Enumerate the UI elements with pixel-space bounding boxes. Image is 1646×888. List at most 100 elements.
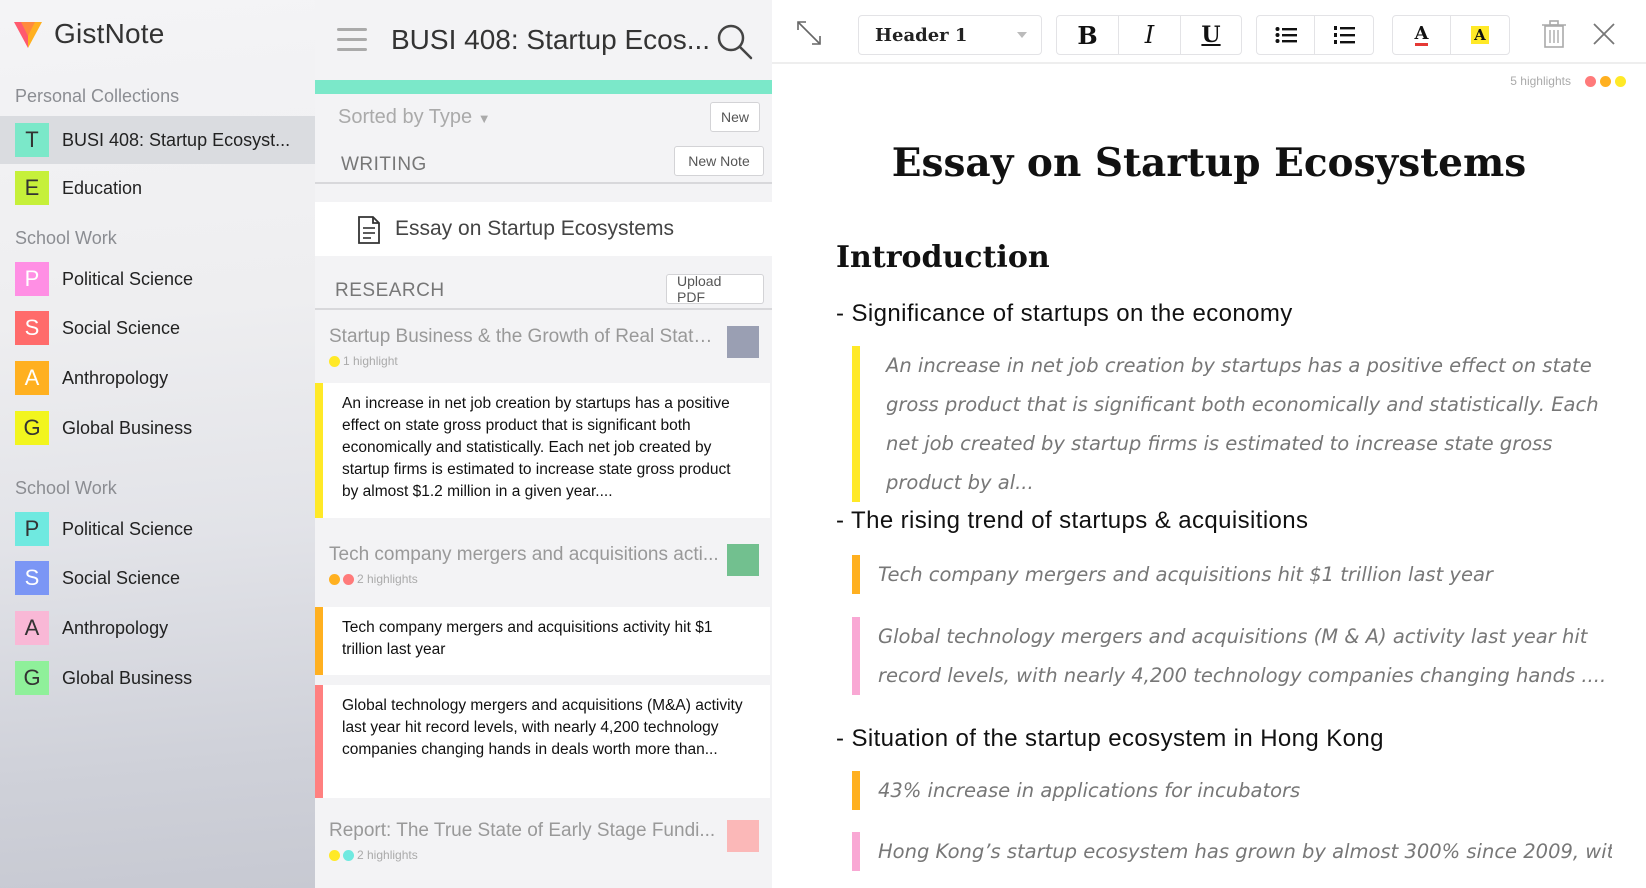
source-title: Report: The True State of Early Stage Fu… (329, 820, 716, 841)
highlight-count: 2 highlights (329, 572, 418, 586)
sidebar-item-global-business[interactable]: G Global Business (0, 404, 315, 452)
sidebar-item-label: Social Science (62, 317, 181, 338)
new-button[interactable]: New (710, 102, 760, 132)
close-icon[interactable] (1592, 22, 1616, 46)
new-note-button[interactable]: New Note (674, 146, 764, 176)
sidebar-item-education[interactable]: E Education (0, 164, 315, 212)
quoted-highlight[interactable]: Hong Kong’s startup ecosystem has grown … (852, 832, 1612, 871)
app-name: GistNote (54, 18, 165, 49)
source-item[interactable]: Startup Business & the Growth of Real St… (315, 326, 772, 368)
quoted-highlight[interactable]: Tech company mergers and acquisitions hi… (852, 555, 1612, 594)
highlight-count: 2 highlights (329, 848, 418, 862)
highlight-dot (1600, 75, 1611, 87)
bold-button[interactable]: B (1057, 16, 1119, 54)
outline-bullet[interactable]: - Situation of the startup ecosystem in … (836, 725, 1384, 753)
trash-icon[interactable] (1542, 20, 1566, 48)
collection-tile: S (15, 311, 49, 345)
notes-list-panel: BUSI 408: Startup Ecos... Sorted by Type… (315, 0, 772, 888)
collection-accent-bar (315, 80, 772, 94)
collection-tile: S (15, 561, 49, 595)
sidebar-item-social-science-2[interactable]: S Social Science (0, 554, 315, 602)
quoted-highlight[interactable]: An increase in net job creation by start… (852, 346, 1612, 502)
highlight-summary: 5 highlights (1510, 74, 1626, 88)
gistnote-logo-icon (14, 22, 42, 48)
section-title-school-work: School Work (15, 228, 117, 248)
brand[interactable]: GistNote (12, 18, 165, 50)
highlight-dot (1585, 75, 1596, 87)
numbered-list-button[interactable] (1315, 16, 1373, 54)
sidebar-item-label: Political Science (62, 518, 194, 539)
sidebar-item-political-science[interactable]: P Political Science (0, 255, 315, 303)
sidebar-item-label: Global Business (62, 417, 193, 438)
upload-pdf-button[interactable]: Upload PDF (666, 273, 764, 305)
bulleted-list-icon (1275, 27, 1297, 43)
highlight-card[interactable]: An increase in net job creation by start… (315, 383, 770, 518)
sidebar-item-anthropology-2[interactable]: A Anthropology (0, 604, 315, 652)
collection-tile: G (15, 661, 49, 695)
source-color-swatch (727, 326, 759, 358)
color-group: A A (1392, 15, 1510, 55)
highlight-count-label: 2 highlights (357, 848, 418, 862)
collection-tile: T (15, 123, 49, 157)
highlight-card[interactable]: Global technology mergers and acquisitio… (315, 685, 770, 798)
document-icon (358, 216, 380, 244)
highlight-color-button[interactable]: A (1451, 16, 1509, 54)
sidebar: GistNote Personal Collections T BUSI 408… (0, 0, 315, 888)
quoted-highlight[interactable]: Global technology mergers and acquisitio… (852, 617, 1612, 695)
section-title-school-work-2: School Work (15, 478, 117, 498)
source-item[interactable]: Report: The True State of Early Stage Fu… (315, 820, 772, 862)
underline-button[interactable]: U (1181, 16, 1241, 54)
quoted-highlight[interactable]: 43% increase in applications for incubat… (852, 771, 1612, 810)
highlight-summary-label: 5 highlights (1510, 74, 1571, 88)
collection-tile: E (15, 171, 49, 205)
sidebar-item-label: Social Science (62, 567, 181, 588)
sort-label: Sorted by Type (338, 106, 473, 128)
block-format-value: Header 1 (875, 24, 968, 46)
highlight-dot (1615, 75, 1626, 87)
highlight-count-label: 2 highlights (357, 572, 418, 586)
sidebar-item-social-science[interactable]: S Social Science (0, 304, 315, 352)
sidebar-item-label: Anthropology (62, 617, 169, 638)
highlight-dot (329, 849, 340, 861)
block-format-select[interactable]: Header 1 (858, 15, 1042, 55)
text-color-button[interactable]: A (1393, 16, 1451, 54)
highlight-dot (343, 849, 354, 861)
source-color-swatch (727, 544, 759, 576)
italic-button[interactable]: I (1119, 16, 1181, 54)
menu-icon[interactable] (337, 28, 367, 52)
bulleted-list-button[interactable] (1257, 16, 1315, 54)
source-item[interactable]: Tech company mergers and acquisitions ac… (315, 544, 772, 586)
search-icon[interactable] (715, 22, 755, 62)
sidebar-item-label: Anthropology (62, 367, 169, 388)
source-title: Tech company mergers and acquisitions ac… (329, 544, 719, 565)
editor-toolbar: Header 1 B I U A A (772, 0, 1646, 64)
collection-tile: P (15, 262, 49, 296)
sort-dropdown[interactable]: Sorted by Type ▼ (338, 106, 491, 129)
highlight-dot (329, 573, 340, 585)
expand-icon[interactable] (794, 18, 824, 48)
divider (315, 182, 772, 184)
source-title: Startup Business & the Growth of Real St… (329, 326, 719, 347)
text-style-group: B I U (1056, 15, 1242, 55)
research-group-label: RESEARCH (335, 280, 445, 301)
collection-tile: G (15, 411, 49, 445)
note-item[interactable]: Essay on Startup Ecosystems (315, 202, 772, 256)
sidebar-item-political-science-2[interactable]: P Political Science (0, 505, 315, 553)
highlight-color-icon: A (1471, 26, 1489, 44)
highlight-count-label: 1 highlight (343, 354, 398, 368)
outline-bullet[interactable]: - Significance of startups on the econom… (836, 300, 1293, 328)
sidebar-item-label: BUSI 408: Startup Ecosyst... (62, 129, 291, 150)
outline-bullet[interactable]: - The rising trend of startups & acquisi… (836, 507, 1308, 535)
note-title: Essay on Startup Ecosystems (395, 217, 674, 240)
text-color-icon: A (1414, 22, 1429, 46)
chevron-down-icon: ▼ (477, 111, 491, 126)
highlight-count: 1 highlight (329, 354, 398, 368)
sidebar-item-busi408[interactable]: T BUSI 408: Startup Ecosyst... (0, 116, 315, 164)
highlight-card[interactable]: Tech company mergers and acquisitions ac… (315, 607, 770, 675)
document-title[interactable]: Essay on Startup Ecosystems (772, 140, 1646, 186)
sidebar-item-anthropology[interactable]: A Anthropology (0, 354, 315, 402)
divider (315, 308, 772, 310)
document-heading[interactable]: Introduction (836, 240, 1050, 275)
sidebar-item-global-business-2[interactable]: G Global Business (0, 654, 315, 702)
writing-group-label: WRITING (341, 154, 427, 175)
